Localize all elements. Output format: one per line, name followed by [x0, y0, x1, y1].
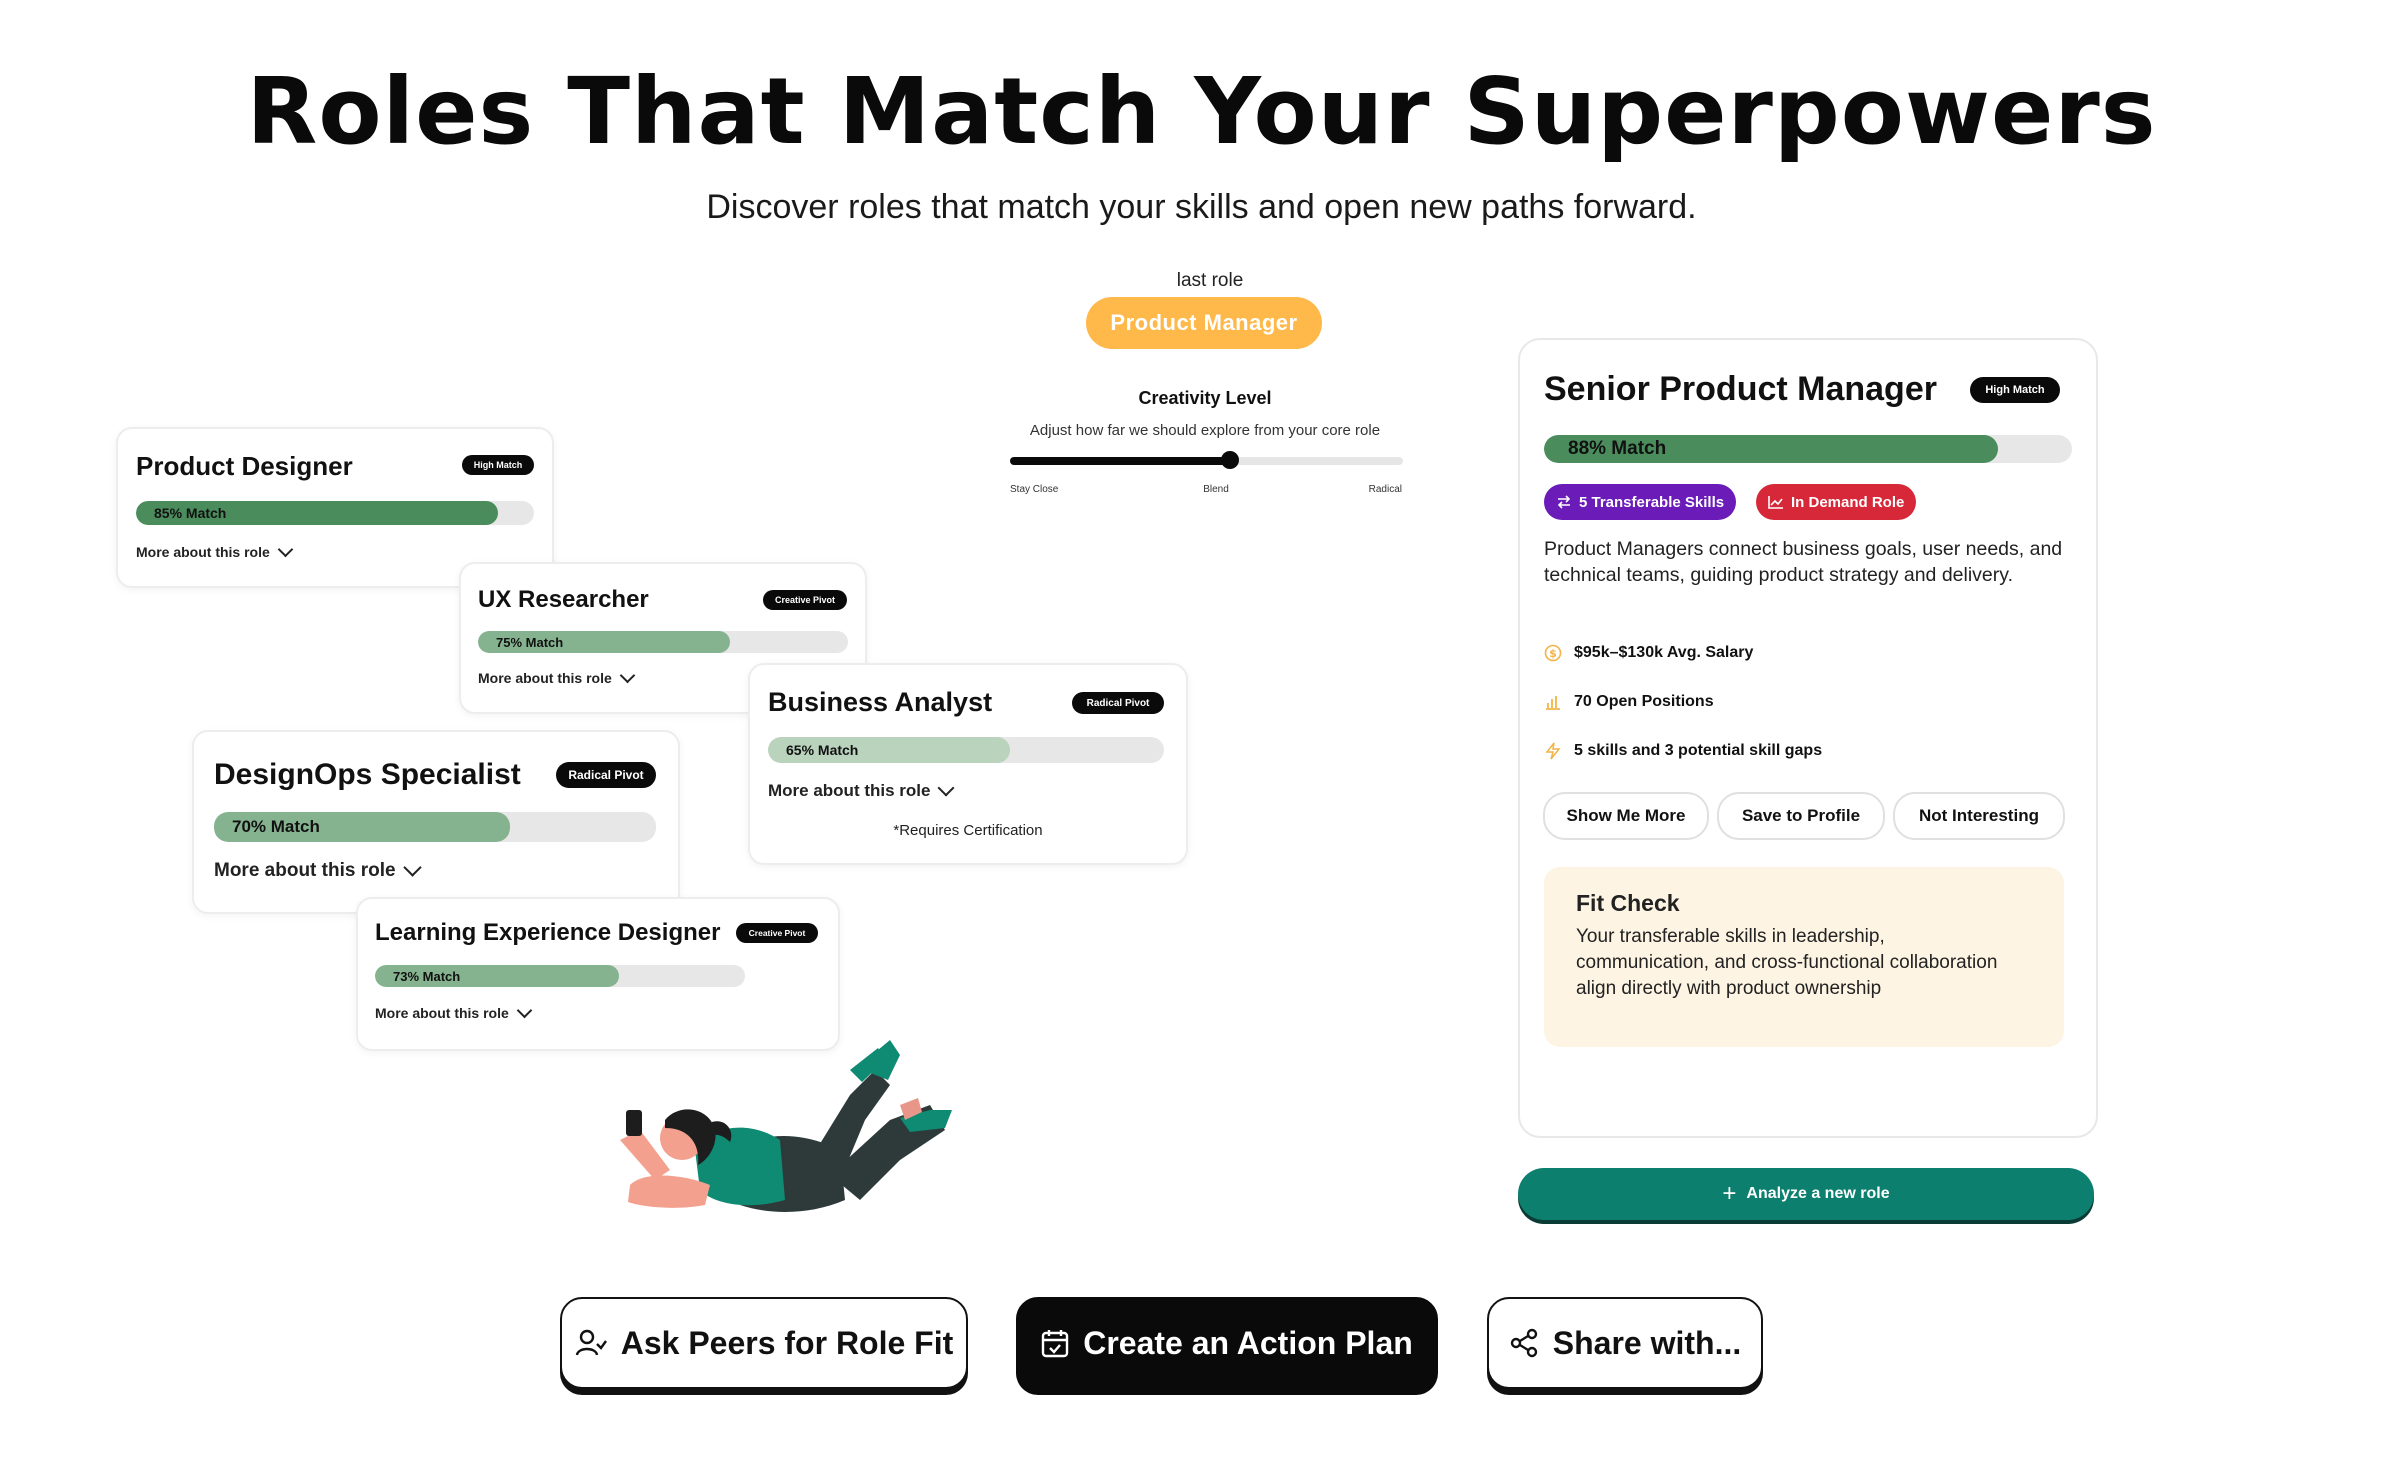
dollar-icon: $ [1544, 644, 1562, 662]
creativity-slider-thumb[interactable] [1221, 451, 1239, 469]
arrows-swap-icon [1557, 495, 1571, 509]
share-with-button[interactable]: Share with... [1487, 1297, 1763, 1389]
create-action-plan-button[interactable]: Create an Action Plan [1016, 1297, 1438, 1389]
role-title: Product Designer [136, 451, 353, 481]
more-about-role-toggle[interactable]: More about this role [136, 541, 294, 560]
chip-in-demand: In Demand Role [1756, 484, 1917, 520]
match-bar: 70% Match [214, 812, 656, 842]
chevron-down-icon [402, 858, 422, 877]
role-title: DesignOps Specialist [214, 758, 521, 791]
analyze-new-role-button[interactable]: + Analyze a new role [1518, 1168, 2094, 1220]
more-about-role-label: More about this role [214, 860, 396, 881]
stat-skill-gaps: 5 skills and 3 potential skill gaps [1544, 742, 1822, 760]
last-role-label: last role [1176, 270, 1244, 291]
creativity-title: Creativity Level [1138, 388, 1272, 408]
chip-transferable-skills: 5 Transferable Skills [1544, 484, 1737, 520]
chevron-down-icon [516, 1002, 533, 1018]
detail-match-badge: High Match [1970, 377, 2060, 403]
stat-open-positions-text: 70 Open Positions [1574, 693, 1714, 710]
detail-match-bar: 88% Match [1544, 435, 2072, 463]
not-interesting-button[interactable]: Not Interesting [1893, 792, 2065, 840]
role-card-designops-specialist[interactable]: DesignOps Specialist Radical Pivot 70% M… [192, 730, 680, 914]
stat-open-positions: 70 Open Positions [1544, 693, 1714, 711]
ask-peers-label: Ask Peers for Role Fit [620, 1324, 954, 1361]
more-about-role-toggle[interactable]: More about this role [214, 858, 422, 882]
match-label: 75% Match [496, 634, 564, 650]
last-role-pill[interactable]: Product Manager [1086, 297, 1322, 349]
share-icon [1510, 1328, 1537, 1358]
match-bar: 65% Match [768, 737, 1164, 763]
role-card-business-analyst[interactable]: Business Analyst Radical Pivot 65% Match… [748, 663, 1188, 865]
match-badge: Radical Pivot [556, 762, 656, 788]
slider-label-blend: Blend [1203, 484, 1229, 495]
match-bar: 85% Match [136, 501, 534, 525]
more-about-role-toggle[interactable]: More about this role [768, 779, 955, 801]
more-about-role-label: More about this role [375, 1005, 509, 1021]
match-label: 65% Match [786, 742, 859, 758]
page-title: Roles That Match Your Superpowers [246, 58, 2157, 165]
stat-salary-text: $95k–$130k Avg. Salary [1574, 644, 1754, 661]
creativity-slider-fill [1010, 457, 1230, 465]
more-about-role-label: More about this role [478, 670, 612, 686]
lightning-icon [1545, 742, 1561, 760]
detail-description: Product Managers connect business goals,… [1544, 538, 2063, 586]
plus-icon: + [1722, 1180, 1737, 1207]
analyze-new-role-label: Analyze a new role [1746, 1185, 1890, 1202]
match-bar: 75% Match [478, 631, 848, 653]
chevron-down-icon [277, 541, 294, 557]
chevron-down-icon [937, 779, 955, 797]
certification-note: *Requires Certification [893, 822, 1043, 839]
slider-label-radical: Radical [1368, 484, 1402, 495]
role-title: UX Researcher [478, 586, 649, 613]
create-action-plan-label: Create an Action Plan [1083, 1324, 1413, 1361]
stat-skill-gaps-text: 5 skills and 3 potential skill gaps [1574, 742, 1823, 759]
match-bar: 73% Match [375, 965, 745, 987]
calendar-check-icon [1042, 1330, 1069, 1358]
show-me-more-button[interactable]: Show Me More [1543, 792, 1709, 840]
more-about-role-toggle[interactable]: More about this role [375, 1002, 533, 1021]
svg-text:$: $ [1549, 647, 1557, 660]
detail-match-label: 88% Match [1568, 438, 1667, 459]
stat-salary: $ $95k–$130k Avg. Salary [1544, 644, 1753, 662]
match-label: 85% Match [154, 505, 227, 521]
fit-check-text: Your transferable skills in leadership, … [1576, 926, 1998, 999]
save-to-profile-button[interactable]: Save to Profile [1717, 792, 1885, 840]
bar-chart-icon [1546, 696, 1560, 710]
chip-label: In Demand Role [1791, 493, 1905, 511]
match-badge: Radical Pivot [1072, 692, 1164, 714]
user-check-icon [575, 1329, 607, 1356]
role-title: Business Analyst [768, 687, 993, 717]
trend-chart-icon [1768, 496, 1783, 509]
match-badge: Creative Pivot [736, 923, 818, 943]
more-about-role-label: More about this role [136, 544, 270, 560]
match-badge: High Match [462, 455, 534, 475]
ask-peers-button[interactable]: Ask Peers for Role Fit [560, 1297, 968, 1389]
match-badge: Creative Pivot [763, 590, 847, 610]
role-title: Learning Experience Designer [375, 919, 721, 946]
chip-label: 5 Transferable Skills [1579, 493, 1725, 511]
match-label: 70% Match [232, 817, 320, 836]
more-about-role-label: More about this role [768, 781, 931, 800]
more-about-role-toggle[interactable]: More about this role [478, 667, 636, 686]
person-with-phone-illustration [620, 1040, 952, 1212]
match-label: 73% Match [393, 968, 461, 984]
fit-check-title: Fit Check [1576, 890, 1680, 916]
creativity-description: Adjust how far we should explore from yo… [1029, 422, 1381, 439]
detail-title: Senior Product Manager [1544, 370, 1937, 408]
chevron-down-icon [619, 667, 636, 683]
share-with-label: Share with... [1552, 1324, 1742, 1361]
slider-label-stay-close: Stay Close [1010, 484, 1059, 495]
page-subtitle: Discover roles that match your skills an… [706, 188, 1697, 226]
